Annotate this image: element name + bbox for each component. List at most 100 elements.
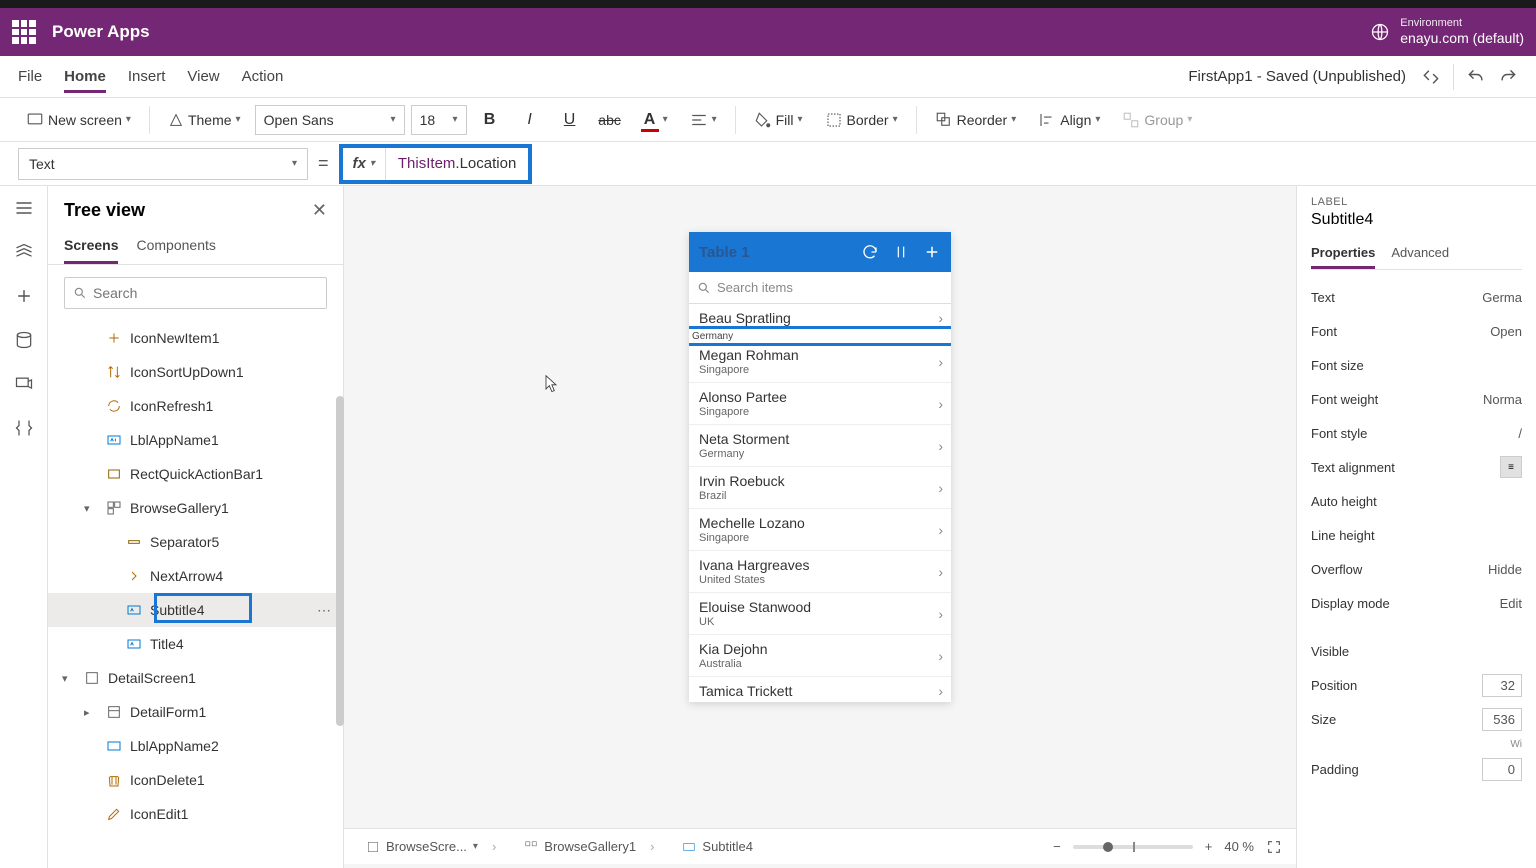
zoom-slider[interactable]	[1073, 845, 1193, 849]
app-checker-icon[interactable]	[1421, 67, 1441, 87]
tree-node-iconsort[interactable]: IconSortUpDown1	[48, 355, 343, 389]
chevron-right-icon[interactable]: ›	[938, 354, 943, 370]
tree-node-detailscreen[interactable]: ▾DetailScreen1	[48, 661, 343, 695]
menu-action[interactable]: Action	[242, 60, 284, 93]
caret-icon[interactable]: ▾	[84, 502, 90, 515]
text-align-buttons[interactable]: ≡	[1501, 456, 1522, 478]
tree-node-lblapp[interactable]: LblAppName1	[48, 423, 343, 457]
underline-button[interactable]: U	[561, 111, 579, 129]
strikethrough-button[interactable]: abc	[601, 111, 619, 129]
prop-size-value[interactable]: 536	[1482, 708, 1522, 731]
align-button[interactable]: Align▾	[1030, 107, 1108, 133]
tree-search-input[interactable]	[93, 285, 318, 301]
prop-fontstyle-value[interactable]: /	[1482, 426, 1522, 441]
phone-search[interactable]: Search items	[689, 272, 951, 304]
chevron-right-icon[interactable]: ›	[938, 522, 943, 538]
waffle-icon[interactable]	[12, 20, 36, 44]
tree-node-subtitle[interactable]: Subtitle4⋯	[48, 593, 343, 627]
data-icon[interactable]	[14, 330, 34, 350]
tree-node-iconnewitem[interactable]: IconNewItem1	[48, 321, 343, 355]
theme-button[interactable]: Theme▾	[160, 108, 249, 132]
gallery-row[interactable]: Irvin RoebuckBrazil›	[689, 467, 951, 509]
gallery-row[interactable]: Alonso ParteeSingapore›	[689, 383, 951, 425]
tree-search[interactable]	[64, 277, 327, 309]
zoom-in-button[interactable]: +	[1205, 839, 1213, 854]
gallery-row[interactable]: Megan RohmanSingapore›	[689, 341, 951, 383]
insert-icon[interactable]	[14, 286, 34, 306]
gallery-row[interactable]: Kia DejohnAustralia›	[689, 635, 951, 677]
breadcrumb-screen[interactable]: BrowseScre... ▾	[358, 836, 504, 857]
caret-icon[interactable]: ▾	[62, 672, 68, 685]
reorder-button[interactable]: Reorder▾	[927, 107, 1025, 133]
tree-node-separator[interactable]: Separator5	[48, 525, 343, 559]
tools-icon[interactable]	[14, 418, 34, 438]
tab-components[interactable]: Components	[136, 229, 215, 264]
chevron-right-icon[interactable]: ›	[938, 606, 943, 622]
tree-view-icon[interactable]	[14, 242, 34, 262]
gallery-row[interactable]: Beau Spratling Germany ›	[689, 304, 951, 341]
menu-file[interactable]: File	[18, 60, 42, 93]
prop-text-value[interactable]: Germa	[1482, 290, 1522, 305]
redo-icon[interactable]	[1498, 67, 1518, 87]
plus-icon[interactable]	[923, 243, 941, 261]
tree-node-icondelete[interactable]: IconDelete1	[48, 763, 343, 797]
gallery-row[interactable]: Ivana HargreavesUnited States›	[689, 551, 951, 593]
tab-advanced[interactable]: Advanced	[1391, 239, 1449, 269]
border-button[interactable]: Border▾	[817, 107, 906, 133]
property-selector[interactable]: Text▾	[18, 148, 308, 180]
prop-padding-value[interactable]: 0	[1482, 758, 1522, 781]
refresh-icon[interactable]	[861, 243, 879, 261]
tree-node-iconrefresh[interactable]: IconRefresh1	[48, 389, 343, 423]
tree-node-title[interactable]: Title4	[48, 627, 343, 661]
bold-button[interactable]: B	[481, 111, 499, 129]
tree-node-detailform[interactable]: ▸DetailForm1	[48, 695, 343, 729]
undo-icon[interactable]	[1466, 67, 1486, 87]
chevron-right-icon[interactable]: ›	[938, 396, 943, 412]
prop-position-value[interactable]: 32	[1482, 674, 1522, 697]
prop-font-value[interactable]: Open	[1482, 324, 1522, 339]
prop-fontweight-value[interactable]: Norma	[1482, 392, 1522, 407]
fit-icon[interactable]	[1266, 839, 1282, 855]
menu-home[interactable]: Home	[64, 60, 106, 93]
prop-displaymode-value[interactable]: Edit	[1482, 596, 1522, 611]
new-screen-button[interactable]: New screen▾	[18, 107, 139, 133]
media-icon[interactable]	[14, 374, 34, 394]
chevron-right-icon[interactable]: ›	[938, 683, 943, 699]
tab-screens[interactable]: Screens	[64, 229, 118, 264]
group-button[interactable]: Group▾	[1114, 107, 1200, 133]
gallery-row[interactable]: Elouise StanwoodUK›	[689, 593, 951, 635]
tab-properties[interactable]: Properties	[1311, 239, 1375, 269]
gallery-row[interactable]: Mechelle LozanoSingapore›	[689, 509, 951, 551]
tree-node-lblapp2[interactable]: LblAppName2	[48, 729, 343, 763]
prop-overflow-value[interactable]: Hidde	[1482, 562, 1522, 577]
tree-node-iconedit[interactable]: IconEdit1	[48, 797, 343, 831]
chevron-right-icon[interactable]: ›	[938, 438, 943, 454]
chevron-right-icon[interactable]: ›	[938, 310, 943, 326]
sort-icon[interactable]	[893, 244, 909, 260]
gallery-row[interactable]: Tamica Trickett›	[689, 677, 951, 702]
chevron-right-icon[interactable]: ›	[938, 480, 943, 496]
zoom-out-button[interactable]: −	[1053, 839, 1061, 854]
breadcrumb-gallery[interactable]: BrowseGallery1	[516, 836, 662, 857]
hamburger-icon[interactable]	[14, 198, 34, 218]
fx-icon[interactable]: fx▾	[343, 148, 386, 180]
more-icon[interactable]: ⋯	[317, 602, 333, 619]
menu-insert[interactable]: Insert	[128, 60, 166, 93]
chevron-right-icon[interactable]: ›	[938, 564, 943, 580]
font-size-selector[interactable]: 18▾	[411, 105, 467, 135]
caret-icon[interactable]: ▸	[84, 706, 90, 719]
chevron-right-icon[interactable]: ›	[938, 648, 943, 664]
font-color-button[interactable]: A	[641, 111, 659, 129]
tree-node-rect[interactable]: RectQuickActionBar1	[48, 457, 343, 491]
breadcrumb-subtitle[interactable]: Subtitle4	[674, 836, 761, 857]
canvas[interactable]: Table 1 Search items Beau Spratling Germ…	[344, 186, 1296, 868]
font-selector[interactable]: Open Sans▾	[255, 105, 405, 135]
formula-input[interactable]: ThisItem.Location	[386, 155, 528, 173]
tree-node-gallery[interactable]: ▾BrowseGallery1	[48, 491, 343, 525]
tree-node-nextarrow[interactable]: NextArrow4	[48, 559, 343, 593]
scrollbar[interactable]	[336, 396, 344, 726]
environment-picker[interactable]: Environment enayu.com (default)	[1370, 17, 1524, 47]
italic-button[interactable]: I	[521, 111, 539, 129]
fill-button[interactable]: Fill▾	[746, 107, 811, 133]
menu-view[interactable]: View	[187, 60, 219, 93]
